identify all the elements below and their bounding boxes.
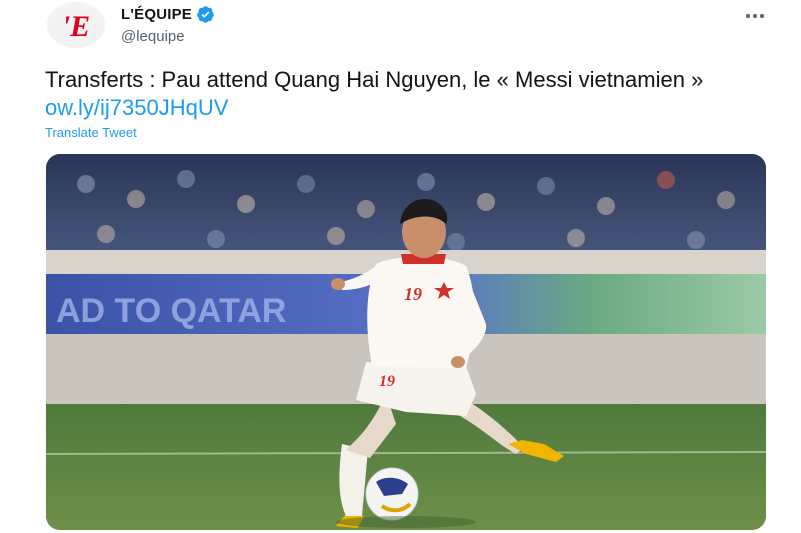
banner-text: AD TO QATAR xyxy=(56,292,286,330)
avatar[interactable]: 'E xyxy=(47,2,105,48)
jersey-number: 19 xyxy=(404,284,422,304)
tweet-photo[interactable]: AD TO QATAR 19 19 xyxy=(46,154,766,530)
player-shadow xyxy=(336,516,476,528)
tweet-link[interactable]: ow.ly/ij7350JHqUV xyxy=(45,95,228,120)
tweet-body: Transferts : Pau attend Quang Hai Nguyen… xyxy=(45,67,704,92)
display-name[interactable]: L'ÉQUIPE xyxy=(121,6,192,23)
more-options-button[interactable] xyxy=(740,4,770,28)
author-handle[interactable]: @lequipe xyxy=(121,28,185,45)
tweet-card[interactable]: 'E L'ÉQUIPE @lequipe Transferts : Pau at… xyxy=(0,0,801,533)
more-dot xyxy=(753,14,757,18)
verified-badge-icon xyxy=(197,6,214,23)
football xyxy=(365,467,419,521)
more-dot xyxy=(760,14,764,18)
football-player-photo: AD TO QATAR 19 19 xyxy=(46,154,766,530)
author-name-row: L'ÉQUIPE xyxy=(121,5,215,24)
translate-tweet-link[interactable]: Translate Tweet xyxy=(45,125,137,140)
shorts-number: 19 xyxy=(379,373,395,390)
more-dots-icon xyxy=(746,14,750,18)
lequipe-logo: 'E xyxy=(47,2,105,48)
tweet-text: Transferts : Pau attend Quang Hai Nguyen… xyxy=(45,66,765,122)
logo-text: 'E xyxy=(62,10,90,43)
